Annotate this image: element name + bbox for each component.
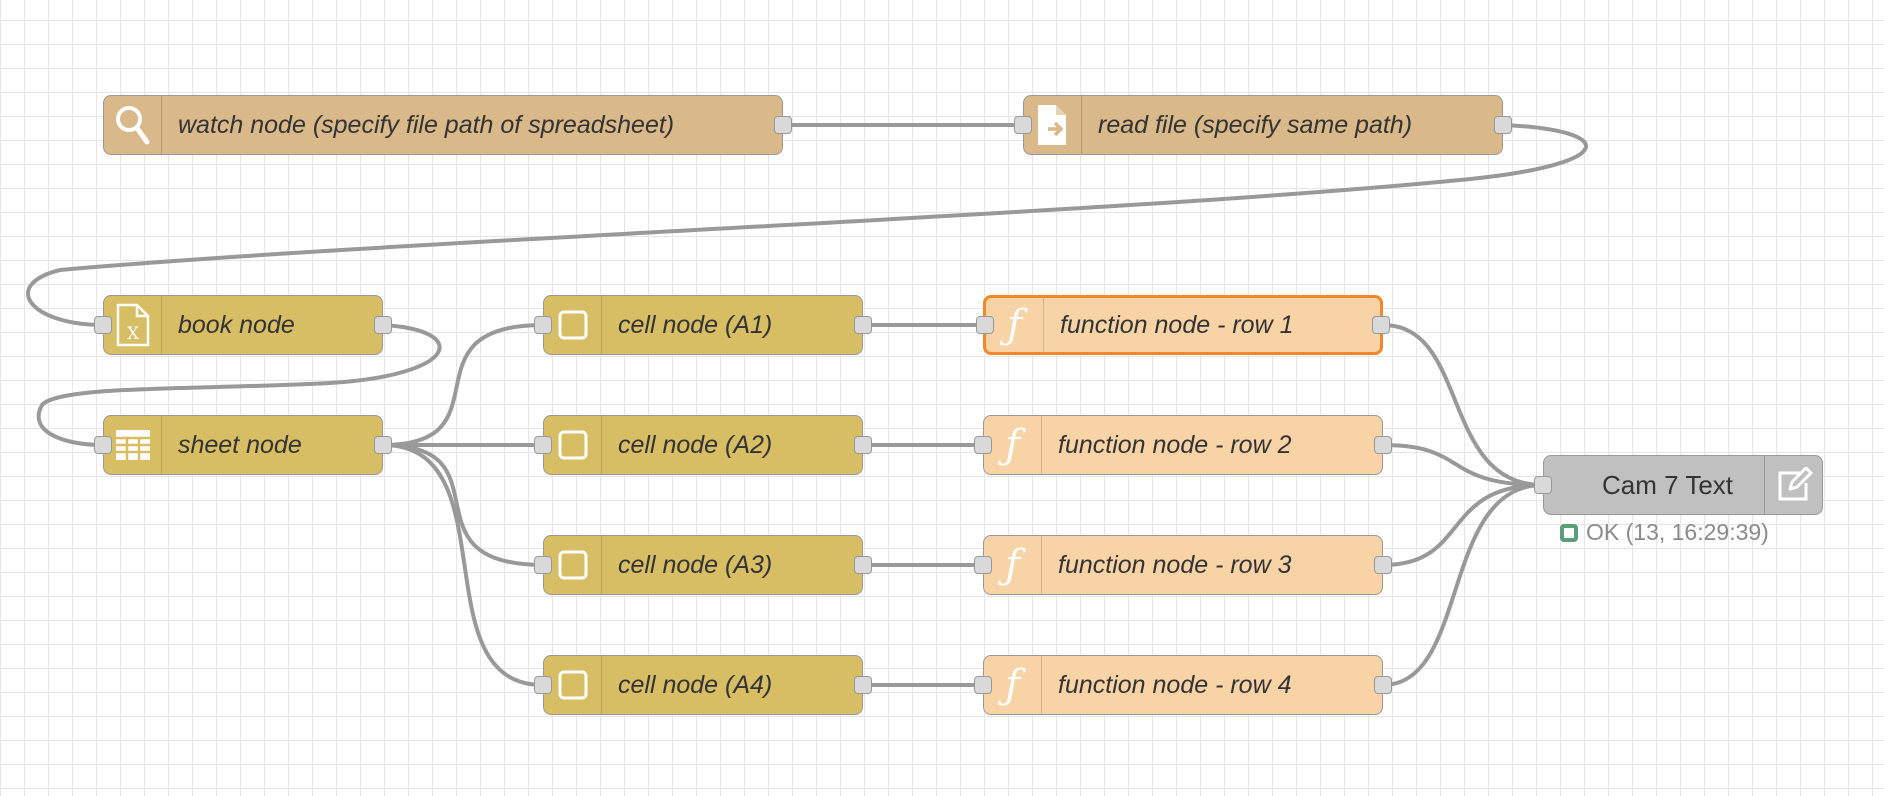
wire-f3-cam[interactable] (1381, 483, 1545, 567)
square-icon (544, 296, 602, 354)
function-node-input-port[interactable] (974, 556, 992, 574)
read-file-input-port[interactable] (1014, 116, 1032, 134)
function-node-row-2[interactable]: ƒ function node - row 2 (974, 415, 1392, 475)
svg-text:X: X (126, 324, 139, 344)
function-node-output-port[interactable] (1372, 316, 1390, 334)
cell-node-a1[interactable]: cell node (A1) (534, 295, 872, 355)
cell-node-label: cell node (A2) (618, 430, 773, 459)
function-node-output-port[interactable] (1374, 676, 1392, 694)
function-node-row-3[interactable]: ƒ function node - row 3 (974, 535, 1392, 595)
square-icon (544, 656, 602, 714)
table-icon (104, 416, 162, 474)
edit-icon (1764, 456, 1822, 514)
function-node-input-port[interactable] (974, 436, 992, 454)
wire-sheet-a1[interactable] (381, 323, 545, 447)
cell-node-label: cell node (A4) (618, 670, 773, 699)
sheet-node[interactable]: sheet node (94, 415, 392, 475)
watch-node-output-port[interactable] (774, 116, 792, 134)
function-node-label: function node - row 3 (1058, 550, 1292, 579)
cell-node-input-port[interactable] (534, 676, 552, 694)
cam-node-input-port[interactable] (1534, 476, 1552, 494)
function-icon: ƒ (986, 298, 1044, 352)
wire-f2-cam[interactable] (1381, 443, 1545, 487)
cam-7-text-node[interactable]: Cam 7 Text (1534, 455, 1823, 515)
status-text: OK (13, 16:29:39) (1586, 519, 1769, 545)
cell-node-output-port[interactable] (854, 556, 872, 574)
sheet-node-input-port[interactable] (94, 436, 112, 454)
book-node-input-port[interactable] (94, 316, 112, 334)
watch-node-label: watch node (specify file path of spreads… (178, 110, 675, 139)
square-icon (544, 536, 602, 594)
function-node-row-1[interactable]: ƒ function node - row 1 (976, 295, 1390, 355)
book-node-output-port[interactable] (374, 316, 392, 334)
function-node-label: function node - row 1 (1060, 310, 1294, 339)
function-node-row-4[interactable]: ƒ function node - row 4 (974, 655, 1392, 715)
read-file-label: read file (specify same path) (1098, 110, 1413, 139)
cell-node-input-port[interactable] (534, 316, 552, 334)
cell-node-output-port[interactable] (854, 316, 872, 334)
function-icon: ƒ (984, 536, 1042, 594)
book-node-label: book node (178, 310, 295, 339)
search-icon (104, 96, 162, 154)
square-icon (544, 416, 602, 474)
cell-node-label: cell node (A3) (618, 550, 773, 579)
function-icon: ƒ (984, 416, 1042, 474)
excel-file-icon: X (104, 296, 162, 354)
cell-node-a4[interactable]: cell node (A4) (534, 655, 872, 715)
function-node-label: function node - row 4 (1058, 670, 1292, 699)
function-node-output-port[interactable] (1374, 556, 1392, 574)
function-node-label: function node - row 2 (1058, 430, 1292, 459)
cell-node-output-port[interactable] (854, 676, 872, 694)
cell-node-label: cell node (A1) (618, 310, 773, 339)
sheet-node-label: sheet node (178, 430, 302, 459)
cell-node-output-port[interactable] (854, 436, 872, 454)
cell-node-input-port[interactable] (534, 556, 552, 574)
file-in-icon (1024, 96, 1082, 154)
function-node-output-port[interactable] (1374, 436, 1392, 454)
read-file-node[interactable]: read file (specify same path) (1014, 95, 1512, 155)
sheet-node-output-port[interactable] (374, 436, 392, 454)
watch-node[interactable]: watch node (specify file path of spreads… (103, 95, 792, 155)
cell-node-input-port[interactable] (534, 436, 552, 454)
cam-node-label: Cam 7 Text (1602, 469, 1734, 500)
read-file-output-port[interactable] (1494, 116, 1512, 134)
wire-f1-cam[interactable] (1381, 323, 1545, 487)
function-icon: ƒ (984, 656, 1042, 714)
status-indicator (1560, 523, 1578, 542)
cell-node-a3[interactable]: cell node (A3) (534, 535, 872, 595)
cam-node-status: OK (13, 16:29:39) (1560, 519, 1769, 546)
function-node-input-port[interactable] (974, 676, 992, 694)
book-node[interactable]: X book node (94, 295, 392, 355)
cell-node-a2[interactable]: cell node (A2) (534, 415, 872, 475)
function-node-input-port[interactable] (976, 316, 994, 334)
